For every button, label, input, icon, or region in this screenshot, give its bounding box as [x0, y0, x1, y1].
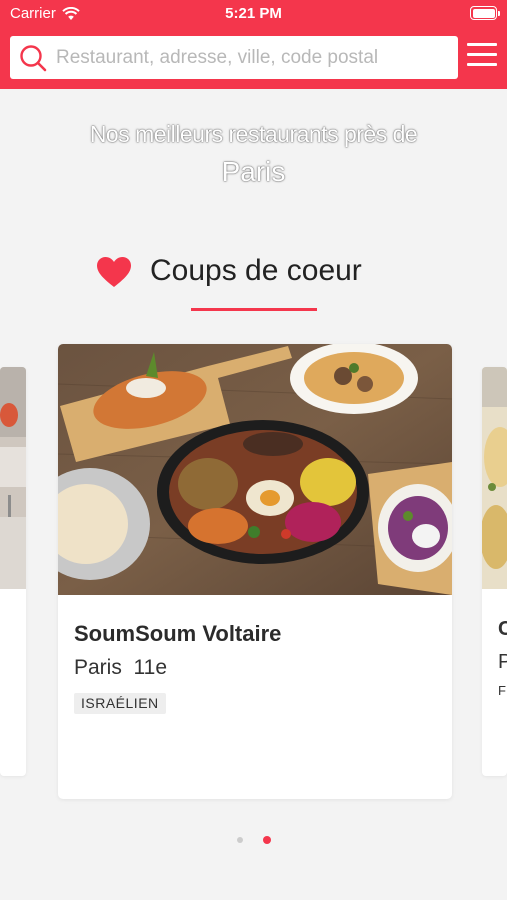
restaurant-photo: [0, 367, 26, 589]
side-card-text: F: [498, 683, 506, 698]
search-box[interactable]: [10, 36, 458, 79]
pagination-dot-active[interactable]: [263, 836, 271, 844]
carousel-pagination: [233, 834, 277, 846]
hero-city[interactable]: Paris: [0, 156, 507, 188]
hamburger-line: [467, 63, 497, 66]
restaurant-photo: [482, 367, 507, 589]
search-icon[interactable]: [19, 44, 47, 72]
restaurant-card[interactable]: SoumSoum Voltaire Paris 11e ISRAÉLIEN: [58, 344, 452, 799]
restaurant-location: Paris 11e: [74, 656, 167, 679]
section-title: Coups de coeur: [150, 254, 362, 287]
hero-headline: Nos meilleurs restaurants près de: [89, 121, 418, 147]
hamburger-line: [467, 53, 497, 56]
status-time: 5:21 PM: [225, 5, 282, 22]
pagination-dot[interactable]: [237, 837, 243, 843]
app-header: Carrier 5:21 PM: [0, 0, 507, 89]
restaurant-photo: [58, 344, 452, 595]
battery-icon: [470, 6, 500, 20]
cuisine-tag: ISRAÉLIEN: [74, 693, 166, 714]
carousel-card-previous[interactable]: [0, 367, 26, 776]
heart-icon: [97, 257, 131, 287]
search-input[interactable]: [56, 36, 451, 79]
carousel-card-next[interactable]: C P F: [482, 367, 507, 776]
status-bar: Carrier 5:21 PM: [0, 0, 507, 28]
hamburger-line: [467, 43, 497, 46]
restaurant-name: SoumSoum Voltaire: [74, 621, 282, 646]
side-card-text: C: [498, 618, 507, 640]
side-card-text: P: [498, 651, 507, 673]
section-underline: [191, 308, 317, 311]
menu-button[interactable]: [467, 43, 497, 71]
